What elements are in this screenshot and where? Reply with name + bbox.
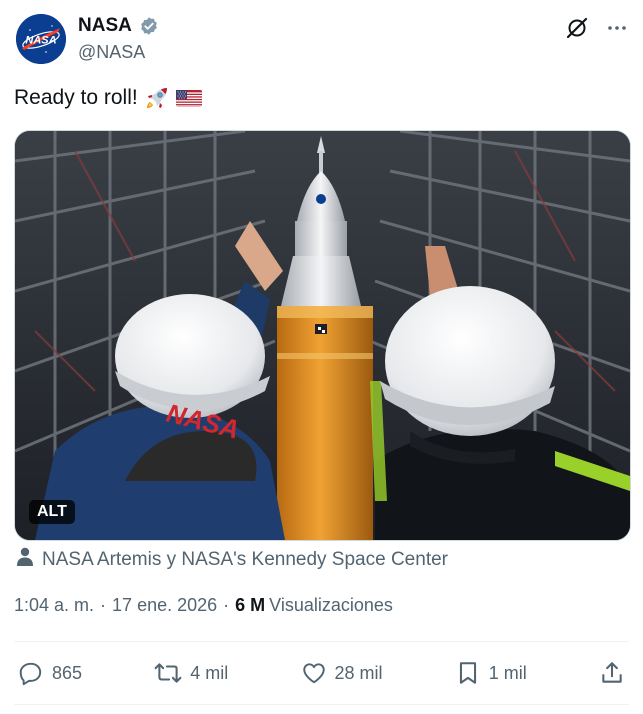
like-count: 28 mil: [334, 662, 383, 683]
meta-separator: ·: [100, 595, 107, 615]
repost-count: 4 mil: [190, 662, 229, 683]
avatar[interactable]: NASA: [16, 14, 66, 64]
meta-separator: ·: [223, 595, 230, 615]
header-actions: [565, 16, 629, 40]
views-count: 6 M: [235, 595, 266, 615]
reply-count: 865: [52, 662, 83, 683]
person-icon: [16, 547, 34, 573]
share-button[interactable]: [599, 660, 625, 686]
post-time[interactable]: 1:04 a. m.: [14, 595, 94, 616]
share-icon: [602, 662, 622, 683]
post-date[interactable]: 17 ene. 2026: [112, 595, 217, 616]
logo-text: NASA: [25, 35, 56, 47]
handle[interactable]: @NASA: [78, 39, 159, 65]
alt-badge[interactable]: ALT: [29, 500, 75, 524]
tagged-text[interactable]: NASA Artemis y NASA's Kennedy Space Cent…: [42, 549, 448, 571]
more-options-icon[interactable]: [605, 16, 629, 40]
display-name[interactable]: NASA: [78, 14, 132, 38]
rocket-emoji-icon: [144, 85, 170, 111]
views-label: Visualizaciones: [269, 595, 393, 615]
post-text-body: Ready to roll!: [14, 86, 138, 109]
verified-badge-icon: [139, 16, 159, 36]
grok-icon[interactable]: [565, 16, 589, 40]
nasa-logo-icon: NASA: [16, 14, 66, 64]
repost-icon: [154, 663, 182, 683]
post-text: Ready to roll!: [14, 84, 202, 112]
rocket-photo: NASA: [15, 131, 630, 540]
us-flag-emoji-icon: [175, 85, 202, 111]
bookmark-button[interactable]: 1 mil: [455, 660, 527, 686]
bookmark-icon: [459, 662, 476, 684]
repost-button[interactable]: 4 mil: [154, 660, 228, 686]
tagged-users[interactable]: NASA Artemis y NASA's Kennedy Space Cent…: [16, 547, 448, 573]
divider: [14, 704, 629, 705]
action-bar: 865 4 mil 28 mil 1 mil: [18, 655, 625, 691]
author-names: NASA @NASA: [78, 14, 159, 65]
heart-icon: [302, 663, 325, 684]
reply-icon: [19, 662, 42, 686]
like-button[interactable]: 28 mil: [301, 660, 383, 686]
post-meta: 1:04 a. m. · 17 ene. 2026 · 6 M Visualiz…: [14, 595, 393, 616]
post-header: NASA NASA @NASA: [14, 12, 629, 64]
bookmark-count: 1 mil: [488, 662, 527, 683]
reply-button[interactable]: 865: [18, 660, 82, 686]
post-image[interactable]: NASA ALT: [14, 130, 631, 541]
divider: [14, 641, 629, 642]
